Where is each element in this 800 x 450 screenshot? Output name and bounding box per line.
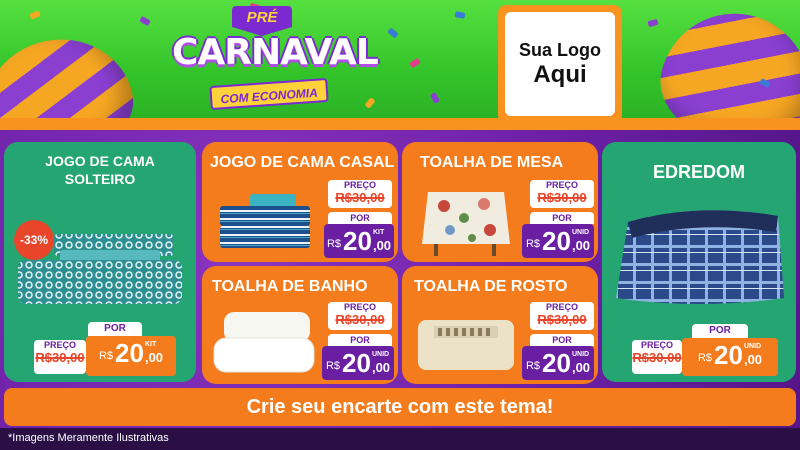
old-price: R$30,00 [335, 312, 385, 327]
price-value: 20 [115, 338, 144, 368]
disclaimer-text: *Imagens Meramente Ilustrativas [8, 432, 169, 444]
footer: *Imagens Meramente Ilustrativas [0, 428, 800, 450]
confetti [429, 92, 441, 104]
current-price: R$ 20 UNID ,00 [682, 338, 778, 376]
por-label: POR [88, 322, 142, 336]
confetti [29, 10, 41, 20]
price-value: 20 [342, 348, 371, 378]
current-price: R$ 20 UNID ,00 [522, 224, 594, 258]
old-price-box: PREÇO R$30,00 [632, 340, 682, 374]
brand-logo: PRÉ CARNAVAL COM ECONOMIA [172, 6, 379, 116]
current-price: R$ 20 UNID ,00 [322, 346, 394, 380]
product-title: TOALHA DE BANHO [212, 278, 368, 295]
preco-label: PREÇO [530, 302, 594, 312]
old-price-box: PREÇO R$30,00 [34, 340, 86, 374]
por-label: POR [328, 334, 392, 346]
old-price-box: PREÇO R$30,00 [530, 180, 594, 208]
current-price: R$ 20 KIT ,00 [86, 336, 176, 376]
old-price: R$30,00 [537, 190, 587, 205]
bedsheet-image [18, 234, 182, 304]
price-value: 20 [542, 348, 571, 378]
preco-label: PREÇO [530, 180, 594, 190]
logo-line-2: Aqui [533, 60, 587, 88]
cta-banner[interactable]: Crie seu encarte com este tema! [4, 388, 796, 426]
old-price-box: PREÇO R$30,00 [328, 180, 392, 208]
confetti [647, 18, 659, 28]
current-price: R$ 20 UNID ,00 [522, 346, 594, 380]
bath-towel-image [213, 312, 315, 373]
easter-egg-right [648, 0, 800, 122]
confetti [364, 97, 376, 109]
product-card-toalha-banho: TOALHA DE BANHO PREÇO R$30,00 POR R$ 20 … [202, 266, 398, 384]
logo-line-1: Sua Logo [519, 39, 601, 60]
product-title: TOALHA DE MESA [420, 154, 564, 171]
price-value: 20 [714, 340, 743, 370]
confetti [409, 57, 421, 69]
header-banner: PRÉ CARNAVAL COM ECONOMIA Sua Logo Aqui [0, 0, 800, 122]
confetti [454, 11, 466, 19]
flyer: PRÉ CARNAVAL COM ECONOMIA Sua Logo Aqui … [0, 0, 800, 450]
old-price-box: PREÇO R$30,00 [328, 302, 392, 330]
product-title: TOALHA DE ROSTO [414, 278, 568, 295]
old-price: R$30,00 [537, 312, 587, 327]
face-towel-image [418, 320, 514, 370]
product-card-jogo-cama-solteiro: JOGO DE CAMA SOLTEIRO -33% POR PREÇO R$3… [4, 142, 196, 382]
price-value: 20 [542, 226, 571, 256]
tablecloth-image [422, 192, 510, 256]
brand-title: CARNAVAL [172, 32, 379, 73]
old-price-box: PREÇO R$30,00 [530, 302, 594, 330]
old-price: R$30,00 [335, 190, 385, 205]
header-divider [0, 118, 800, 130]
preco-label: PREÇO [632, 340, 682, 350]
product-title-line-1: JOGO DE CAMA [45, 153, 155, 169]
por-label: POR [328, 212, 392, 224]
product-card-toalha-rosto: TOALHA DE ROSTO PREÇO R$30,00 POR R$ 20 … [402, 266, 598, 384]
preco-label: PREÇO [328, 302, 392, 312]
comforter-image [616, 210, 784, 304]
product-title: JOGO DE CAMA CASAL [210, 154, 395, 171]
easter-egg-left [0, 25, 143, 122]
brand-subtitle: COM ECONOMIA [209, 77, 329, 111]
current-price: R$ 20 KIT ,00 [324, 224, 394, 258]
por-label: POR [530, 334, 594, 346]
logo-placeholder: Sua Logo Aqui [498, 5, 622, 122]
preco-label: PREÇO [34, 340, 86, 350]
por-label: POR [692, 324, 748, 338]
old-price: R$30,00 [35, 350, 85, 365]
product-card-toalha-mesa: TOALHA DE MESA PREÇO R$30,00 POR R$ 20 U… [402, 142, 598, 262]
product-card-jogo-cama-casal: JOGO DE CAMA CASAL PREÇO R$30,00 POR R$ … [202, 142, 398, 262]
confetti [139, 15, 151, 27]
preco-label: PREÇO [328, 180, 392, 190]
old-price: R$30,00 [632, 350, 682, 365]
por-label: POR [530, 212, 594, 224]
product-title: EDREDOM [652, 162, 745, 182]
bedsheet-image [220, 194, 310, 248]
confetti [387, 27, 399, 39]
price-value: 20 [343, 226, 372, 256]
product-card-edredom: EDREDOM POR PREÇO R$30,00 R$ 20 UNID ,00 [602, 142, 796, 382]
product-title-line-2: SOLTEIRO [64, 171, 136, 187]
